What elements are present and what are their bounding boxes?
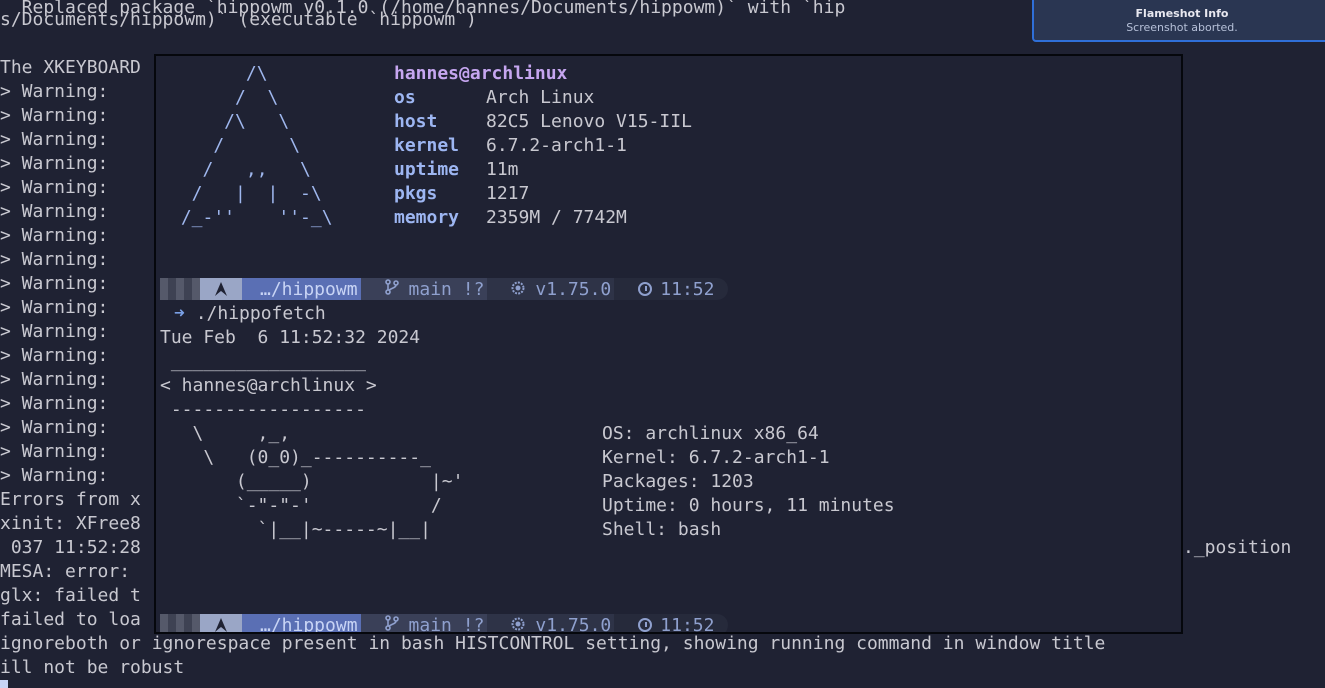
git-branch-icon	[384, 278, 399, 300]
prompt-arrow: ➜	[174, 303, 185, 324]
prompt-blocks	[160, 614, 200, 632]
arch-logo-icon	[200, 614, 242, 632]
clock-icon	[638, 618, 653, 632]
bg-line: Errors from x	[0, 489, 141, 510]
shell-prompt: …/hippowm main !? v1.75.0 11:52	[160, 278, 729, 300]
flameshot-subtitle: Screenshot aborted.	[1126, 21, 1238, 34]
bg-line: > Warning:	[0, 321, 109, 342]
arch-logo-line: /\	[170, 63, 268, 84]
bg-line: xinit: XFree8	[0, 513, 141, 534]
bg-line: failed to loa	[0, 609, 141, 630]
hippofetch-info-line: Uptime: 0 hours, 11 minutes	[602, 495, 895, 516]
bg-line: > Warning:	[0, 177, 109, 198]
command-line: ➜ ./hippofetch	[174, 302, 326, 326]
bg-line: s/Documents/hippowm)` (executable `hippo…	[0, 9, 477, 30]
rust-icon	[511, 279, 525, 300]
hippofetch-info-line: Shell: bash	[602, 519, 722, 540]
bg-line: > Warning:	[0, 465, 109, 486]
fastfetch-key: memory	[394, 207, 460, 228]
prompt-time: 11:52	[614, 614, 729, 634]
fastfetch-value: 6.7.2-arch1-1	[486, 135, 627, 156]
fastfetch-value: 1217	[486, 183, 530, 204]
hippofetch-art-line: `-"-"-' /	[160, 495, 442, 516]
bg-line: ill not be robust	[0, 657, 185, 678]
fastfetch-key: host	[394, 111, 438, 132]
fastfetch-key: os	[394, 87, 416, 108]
flameshot-notification[interactable]: Flameshot Info Screenshot aborted.	[1032, 0, 1325, 42]
bg-line: > Warning:	[0, 201, 109, 222]
prompt-rust: v1.75.0	[487, 278, 626, 300]
flameshot-title: Flameshot Info	[1135, 7, 1229, 20]
bg-line: > Warning:	[0, 249, 109, 270]
arch-logo-line: / ,, \	[170, 159, 311, 180]
prompt-git-status: main !?	[408, 278, 485, 300]
clock-icon	[638, 282, 653, 296]
fastfetch-value: 11m	[486, 159, 519, 180]
fastfetch-key: kernel	[394, 135, 460, 156]
bg-line: > Warning:	[0, 153, 109, 174]
arch-logo-line: / | | -\	[170, 183, 322, 204]
bg-line: > Warning:	[0, 441, 109, 462]
hippofetch-info-line: Packages: 1203	[602, 471, 754, 492]
bg-line: MESA: error:	[0, 561, 131, 582]
bg-line: > Warning:	[0, 225, 109, 246]
prompt-time-value: 11:52	[660, 278, 715, 300]
bg-line: > Warning:	[0, 345, 109, 366]
prompt-time-value: 11:52	[660, 614, 715, 634]
bg-line: > Warning:	[0, 81, 109, 102]
bg-line: glx: failed t	[0, 585, 141, 606]
rust-icon	[511, 615, 525, 633]
fastfetch-value: 82C5 Lenovo V15-IIL	[486, 111, 692, 132]
command-text: ./hippofetch	[195, 303, 326, 324]
bg-line: > Warning:	[0, 417, 109, 438]
fastfetch-key: pkgs	[394, 183, 438, 204]
hippofetch-art-line: \ (0_0)_----------_	[160, 447, 431, 468]
prompt-git-status: main !?	[408, 614, 485, 634]
arch-logo-icon	[200, 278, 242, 300]
fastfetch-value: Arch Linux	[486, 87, 595, 108]
fastfetch-user: hannes@archlinux	[394, 63, 568, 84]
fastfetch-key: uptime	[394, 159, 460, 180]
prompt-rust-version: v1.75.0	[535, 614, 612, 634]
hippofetch-info-line: OS: archlinux x86_64	[602, 423, 819, 444]
hippofetch-info-line: Kernel: 6.7.2-arch1-1	[602, 447, 830, 468]
prompt-time: 11:52	[614, 278, 729, 300]
hippofetch-art-line: \ ,_,	[160, 423, 291, 444]
hippofetch-art-line: `|__|~-----~|__|	[160, 519, 431, 540]
shell-prompt: …/hippowm main !? v1.75.0 11:52	[160, 614, 729, 634]
bg-line: > Warning:	[0, 105, 109, 126]
bg-line: The XKEYBOARD	[0, 57, 141, 78]
prompt-git: main !?	[360, 614, 499, 634]
hippofetch-bubble-line: < hannes@archlinux >	[160, 375, 377, 396]
arch-logo-line: /_-'' ''-_\	[170, 207, 333, 228]
bg-line: > Warning:	[0, 297, 109, 318]
prompt-rust-version: v1.75.0	[535, 278, 612, 300]
arch-logo-line: /\ \	[170, 111, 290, 132]
hippofetch-bubble-line: ------------------	[160, 399, 366, 420]
bg-line: > Warning:	[0, 273, 109, 294]
prompt-git: main !?	[360, 278, 499, 300]
bg-line: 037 11:52:28	[0, 537, 141, 558]
prompt-rust: v1.75.0	[487, 614, 626, 634]
bg-line: > Warning:	[0, 393, 109, 414]
hippofetch-bubble-line: __________________	[160, 351, 366, 372]
git-branch-icon	[384, 614, 399, 633]
hippofetch-date: Tue Feb 6 11:52:32 2024	[160, 327, 421, 348]
prompt-directory: …/hippowm	[242, 278, 372, 300]
bg-line: > Warning:	[0, 369, 109, 390]
fastfetch-value: 2359M / 7742M	[486, 207, 627, 228]
terminal-window[interactable]: /\ / \ /\ \ / \ / ,, \ / | | -\ /_-'' ''…	[154, 54, 1183, 634]
prompt-directory: …/hippowm	[242, 614, 372, 632]
arch-logo-line: / \	[170, 87, 279, 108]
prompt-blocks	[160, 278, 200, 300]
bg-line: ignoreboth or ignorespace present in bas…	[0, 633, 1106, 654]
arch-logo-line: / \	[170, 135, 301, 156]
hippofetch-art-line: (_____) |~'	[160, 471, 464, 492]
bg-line-fragment: ._position	[1183, 537, 1292, 558]
bg-line: > Warning:	[0, 129, 109, 150]
